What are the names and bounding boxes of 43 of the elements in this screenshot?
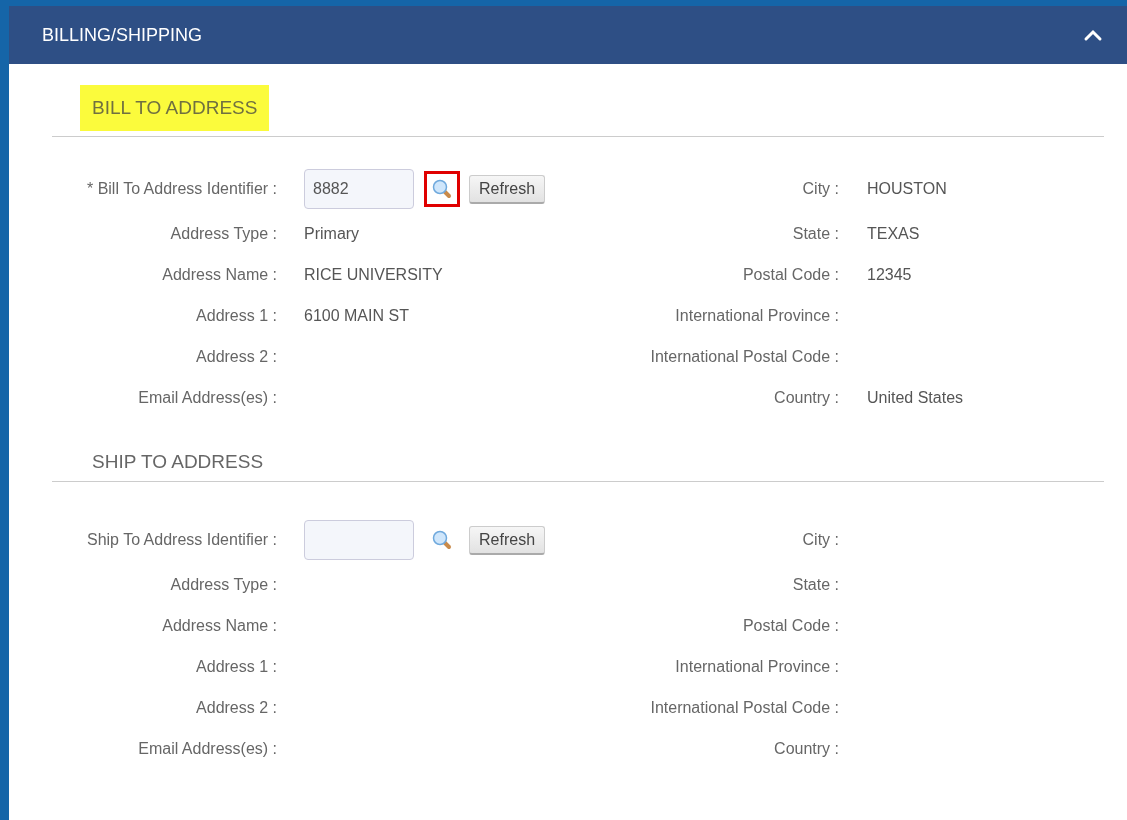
field-value: RICE UNIVERSITY	[304, 265, 443, 284]
collapse-button[interactable]	[1083, 28, 1103, 42]
field-label: Email Address(es) :	[138, 739, 277, 757]
field-label: Address Name :	[162, 265, 277, 283]
field-value: United States	[867, 388, 964, 406]
field-value: HOUSTON	[867, 180, 947, 197]
field-label: International Province :	[675, 306, 839, 324]
field-value: 6100 MAIN ST	[304, 306, 409, 325]
search-icon	[431, 178, 453, 200]
field-label: Address Type :	[170, 575, 277, 593]
field-label: International Postal Code :	[650, 698, 839, 716]
field-label: Postal Code :	[742, 265, 839, 283]
field-label: Address 2 :	[196, 347, 277, 365]
identifier-field[interactable]: 8882	[304, 169, 414, 209]
section-title: BILL TO ADDRESS	[80, 85, 270, 131]
refresh-button[interactable]: Refresh	[469, 174, 546, 204]
search-icon	[431, 529, 453, 551]
field-label: State :	[792, 575, 839, 593]
field-label: Address 1 :	[196, 306, 277, 324]
identifier-field[interactable]	[304, 520, 414, 560]
field-label: Ship To Address Identifier :	[86, 531, 277, 548]
field-label: Address Name :	[162, 616, 277, 634]
chevron-icon	[1083, 28, 1103, 42]
field-value: Primary	[304, 224, 360, 243]
field-label: State :	[792, 224, 839, 242]
panel-title: BILLING/SHIPPING	[42, 24, 203, 46]
field-label: Country :	[774, 388, 839, 406]
field-label: * Bill To Address Identifier :	[86, 180, 277, 197]
refresh-button[interactable]: Refresh	[469, 525, 546, 555]
field-label: Address Type :	[170, 224, 277, 242]
field-label: Address 2 :	[196, 698, 277, 716]
field-label: Address 1 :	[196, 657, 277, 675]
search-button[interactable]	[424, 171, 460, 207]
field-label: International Postal Code :	[650, 347, 839, 365]
field-label: Email Address(es) :	[138, 388, 277, 406]
field-label: Postal Code :	[742, 616, 839, 634]
field-label: Country :	[774, 739, 839, 757]
field-value: 12345	[867, 265, 912, 283]
section-title: SHIP TO ADDRESS	[91, 450, 265, 474]
field-label: City :	[802, 531, 839, 548]
field-value: TEXAS	[867, 224, 920, 242]
field-label: International Province :	[675, 657, 839, 675]
field-label: City :	[802, 180, 839, 197]
